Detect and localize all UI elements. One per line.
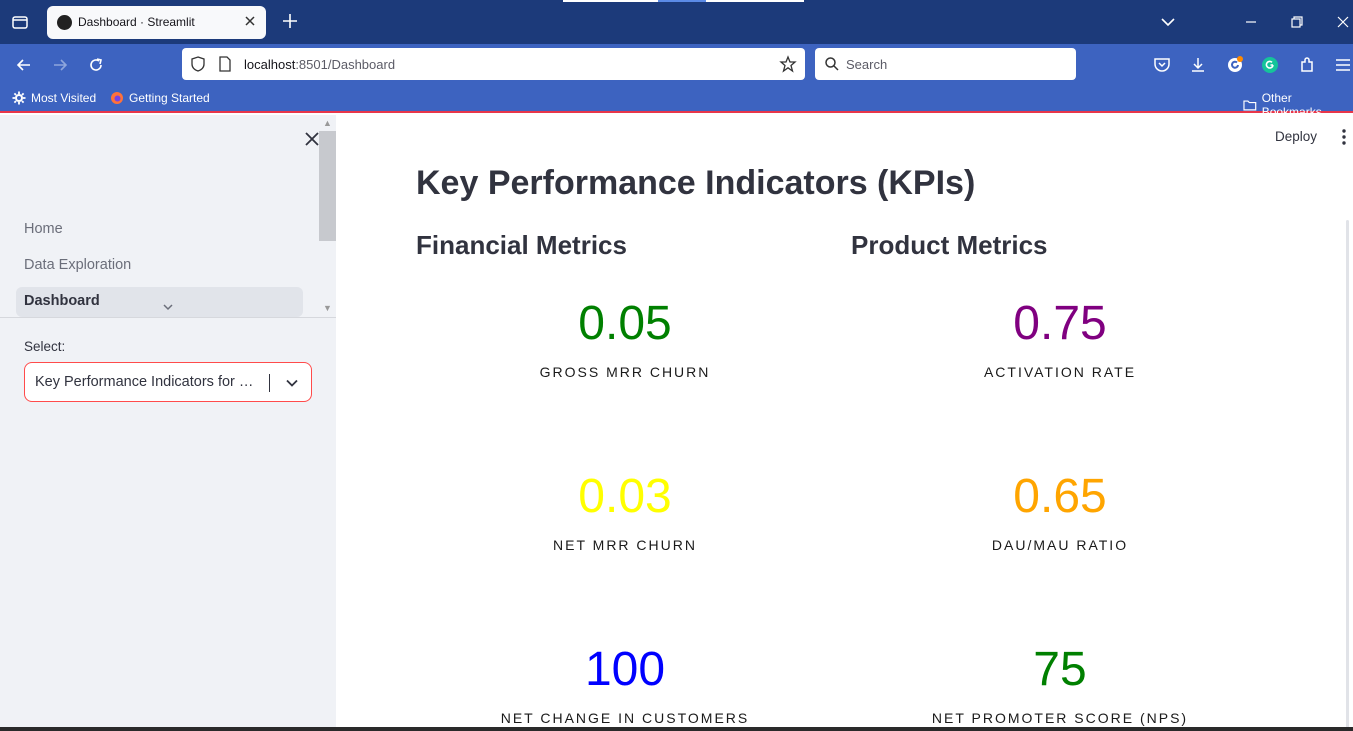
reload-icon[interactable] xyxy=(86,55,106,75)
metric-label: ACTIVATION RATE xyxy=(983,364,1137,380)
grammarly-icon[interactable] xyxy=(1260,55,1280,75)
metric-label: GROSS MRR CHURN xyxy=(539,364,711,380)
metric-card: 0.75 ACTIVATION RATE xyxy=(910,297,1210,380)
kpi-select[interactable]: Key Performance Indicators for … xyxy=(24,362,312,402)
deploy-button[interactable]: Deploy xyxy=(1275,129,1317,144)
bookmarks-bar: Most Visited Getting Started Other Bookm… xyxy=(0,86,1353,119)
firefox-icon xyxy=(111,92,123,104)
browser-tab[interactable]: Dashboard · Streamlit xyxy=(47,6,266,39)
list-all-tabs-icon[interactable] xyxy=(1158,12,1178,32)
metric-value: 0.65 xyxy=(1013,470,1107,523)
url-path: :8501/Dashboard xyxy=(295,57,396,72)
sidebar-item-label: Home xyxy=(24,221,63,237)
gear-icon xyxy=(12,91,26,105)
metric-value: 75 xyxy=(1033,643,1087,696)
tab-strip-indicator xyxy=(706,0,804,2)
chevron-down-icon[interactable] xyxy=(284,375,300,391)
minimize-icon[interactable] xyxy=(1241,12,1261,32)
streamlit-favicon-icon xyxy=(57,15,72,30)
sidebar: Home Data Exploration Dashboard ▲ ▼ Sele… xyxy=(0,115,336,731)
sidebar-item-data-exploration[interactable]: Data Exploration xyxy=(16,251,303,281)
extensions-icon[interactable] xyxy=(1297,55,1317,75)
bookmark-star-icon[interactable] xyxy=(779,55,797,73)
scroll-down-icon[interactable]: ▼ xyxy=(323,303,332,313)
metric-value: 100 xyxy=(584,643,666,696)
address-bar[interactable]: localhost:8501/Dashboard xyxy=(182,48,805,80)
back-icon[interactable] xyxy=(14,55,34,75)
scroll-up-icon[interactable]: ▲ xyxy=(323,118,332,128)
menu-icon[interactable] xyxy=(1333,55,1353,75)
bookmark-getting-started[interactable]: Getting Started xyxy=(110,91,210,105)
metric-card: 0.03 NET MRR CHURN xyxy=(475,470,775,553)
page-info-icon[interactable] xyxy=(218,56,232,72)
financial-metrics-title: Financial Metrics xyxy=(416,230,627,260)
page-title: Key Performance Indicators (KPIs) xyxy=(416,164,976,202)
tab-strip-indicator xyxy=(658,0,706,2)
metric-card: 0.05 GROSS MRR CHURN xyxy=(475,297,775,380)
search-placeholder: Search xyxy=(846,57,888,72)
sidebar-nav: Home Data Exploration Dashboard ▲ ▼ xyxy=(0,115,336,317)
browser-tab-bar: Dashboard · Streamlit xyxy=(0,0,1353,44)
tracking-protection-icon[interactable] xyxy=(190,56,206,72)
tab-list-icon[interactable] xyxy=(10,12,30,32)
close-sidebar-icon[interactable] xyxy=(303,130,321,148)
url-text: localhost:8501/Dashboard xyxy=(244,57,395,72)
metric-card: 0.65 DAU/MAU RATIO xyxy=(910,470,1210,553)
new-tab-icon[interactable] xyxy=(281,12,299,30)
sidebar-item-dashboard[interactable]: Dashboard xyxy=(16,287,303,317)
select-cursor xyxy=(269,374,270,392)
close-window-icon[interactable] xyxy=(1333,12,1353,32)
tab-close-icon[interactable] xyxy=(242,13,258,29)
url-host: localhost xyxy=(244,57,296,72)
main-scrollbar[interactable] xyxy=(1346,220,1349,730)
select-label: Select: xyxy=(24,339,66,354)
sidebar-item-label: Dashboard xyxy=(24,293,100,309)
bookmark-label: Most Visited xyxy=(31,91,97,105)
folder-icon xyxy=(1243,100,1257,111)
tab-title: Dashboard · Streamlit xyxy=(78,15,195,29)
bookmark-label: Getting Started xyxy=(129,91,210,105)
bookmark-most-visited[interactable]: Most Visited xyxy=(12,91,96,105)
taskbar-edge xyxy=(0,727,1353,731)
metric-card: 100 NET CHANGE IN CUSTOMERS xyxy=(475,643,775,726)
sidebar-nav-scrollbar[interactable] xyxy=(319,131,336,241)
product-metrics-title: Product Metrics xyxy=(851,230,1048,260)
search-icon xyxy=(824,56,840,72)
sidebar-item-label: Data Exploration xyxy=(24,257,132,273)
expand-nav-icon[interactable] xyxy=(161,300,175,314)
metric-label: DAU/MAU RATIO xyxy=(991,537,1129,553)
browser-nav-bar: localhost:8501/Dashboard Search xyxy=(0,44,1353,86)
metric-label: NET CHANGE IN CUSTOMERS xyxy=(500,710,750,726)
sidebar-divider xyxy=(0,317,336,318)
forward-icon[interactable] xyxy=(50,55,70,75)
downloads-icon[interactable] xyxy=(1188,55,1208,75)
metric-value: 0.03 xyxy=(578,470,672,523)
metric-label: NET MRR CHURN xyxy=(553,537,697,553)
metric-label: NET PROMOTER SCORE (NPS) xyxy=(931,710,1189,726)
sidebar-item-home[interactable]: Home xyxy=(16,215,303,245)
main-content: Deploy Key Performance Indicators (KPIs)… xyxy=(336,115,1353,731)
account-icon[interactable] xyxy=(1225,55,1245,75)
metric-value: 0.75 xyxy=(1013,297,1107,350)
search-bar[interactable]: Search xyxy=(815,48,1076,80)
restore-icon[interactable] xyxy=(1287,12,1307,32)
pocket-icon[interactable] xyxy=(1152,55,1172,75)
metric-card: 75 NET PROMOTER SCORE (NPS) xyxy=(910,643,1210,726)
metric-value: 0.05 xyxy=(578,297,672,350)
tab-strip-indicator xyxy=(563,0,658,2)
main-menu-icon[interactable] xyxy=(1339,128,1349,146)
select-value: Key Performance Indicators for … xyxy=(35,374,254,390)
